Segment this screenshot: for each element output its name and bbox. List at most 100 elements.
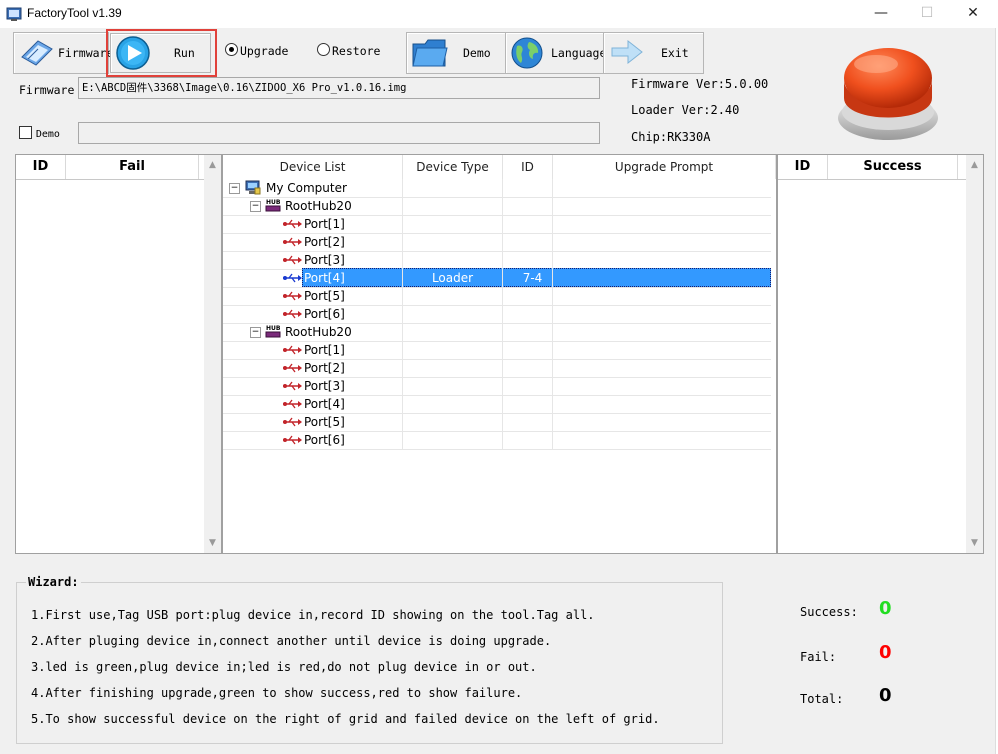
arrow-right-icon [611,39,643,65]
fail-grid-scrollbar[interactable]: ▲ ▼ [204,155,221,553]
wizard-line: 3.led is green,plug device in;led is red… [31,660,537,674]
svg-text:HUB: HUB [266,325,281,332]
usb-hub-icon: HUB [265,199,281,212]
chip-label: Chip:RK330A [631,130,711,144]
wizard-line: 4.After finishing upgrade,green to show … [31,686,523,700]
tree-row-port[interactable]: Port[6] [223,305,771,324]
play-icon [116,36,150,70]
usb-port-icon [283,237,302,247]
language-button-label: Language [551,46,607,60]
fail-count: 0 [879,642,892,663]
tree-label-port: Port[3] [304,253,345,267]
tree-label-port: Port[6] [304,433,345,447]
firmware-version: Firmware Ver:5.0.00 [631,77,769,91]
tree-label-port: Port[4] [304,397,345,411]
tree-row-port[interactable]: Port[1] [223,341,771,360]
app-icon [6,7,22,21]
wizard-panel: Wizard: 1.First use,Tag USB port:plug de… [16,575,723,744]
fail-grid-fail-header[interactable]: Fail [66,155,199,179]
firmware-label: Firmware [19,83,75,97]
tree-row-roothub[interactable]: − HUB RootHub20 [223,323,771,342]
device-grid[interactable]: Device List Device Type ID Upgrade Promp… [222,154,777,554]
folder-icon [412,39,448,67]
device-type-header[interactable]: Device Type [403,155,503,179]
collapse-icon[interactable]: − [250,201,261,212]
tree-row-port[interactable]: Port[6] [223,431,771,450]
status-led-button-icon [838,48,938,140]
minimize-button[interactable]: — [858,0,904,28]
upgrade-prompt-header[interactable]: Upgrade Prompt [553,155,776,179]
fail-count-label: Fail: [800,650,837,664]
usb-port-icon [283,345,302,355]
total-count-label: Total: [800,692,844,706]
tree-row-port[interactable]: Port[1] [223,215,771,234]
usb-port-icon [283,417,302,427]
collapse-icon[interactable]: − [229,183,240,194]
tree-row-port[interactable]: Port[5] [223,287,771,306]
maximize-button[interactable]: ☐ [904,0,950,28]
exit-button-label: Exit [661,46,689,60]
usb-port-icon [283,255,302,265]
id-header[interactable]: ID [503,155,553,179]
success-count-label: Success: [800,605,858,619]
collapse-icon[interactable]: − [250,327,261,338]
wizard-title: Wizard: [26,575,81,589]
demo-checkbox-label: Demo [35,129,60,140]
tree-row-port[interactable]: Port[2] [223,233,771,252]
device-list-header[interactable]: Device List [223,155,403,179]
usb-port-icon [283,435,302,445]
radio-selected-icon [225,43,238,56]
upgrade-radio-label: Upgrade [240,44,289,58]
scroll-up-icon[interactable]: ▲ [966,157,983,174]
firmware-path-field[interactable]: E:\ABCD固件\3368\Image\0.16\ZIDOO_X6 Pro_v… [78,77,600,99]
demo-field[interactable] [78,122,600,144]
tree-row-port[interactable]: Port[5] [223,413,771,432]
run-button[interactable]: Run [110,33,211,73]
usb-port-icon [283,219,302,229]
tree-row-port[interactable]: Port[4] [223,395,771,414]
success-grid-scrollbar[interactable]: ▲ ▼ [966,155,983,553]
close-button[interactable]: ✕ [950,0,996,28]
scroll-down-icon[interactable]: ▼ [204,535,221,552]
demo-checkbox[interactable]: Demo [19,126,60,140]
tree-row-port[interactable]: Port[3] [223,377,771,396]
success-grid[interactable]: ID Success ▲ ▼ [777,154,984,554]
wizard-line: 5.To show successful device on the right… [31,712,660,726]
radio-unselected-icon [317,43,330,56]
loader-version: Loader Ver:2.40 [631,103,740,117]
firmware-button[interactable]: Firmware [13,32,113,74]
upgrade-radio[interactable]: Upgrade [225,43,288,58]
fail-grid[interactable]: ID Fail ▲ ▼ [15,154,222,554]
total-count: 0 [879,685,892,706]
demo-button[interactable]: Demo [406,32,506,74]
success-count: 0 [879,598,892,619]
wizard-line: 1.First use,Tag USB port:plug device in,… [31,608,595,622]
success-grid-id-header[interactable]: ID [778,155,828,179]
restore-radio[interactable]: Restore [317,43,380,58]
usb-port-icon [283,291,302,301]
tree-label-roothub: RootHub20 [285,199,352,213]
tree-label-port: Port[1] [304,217,345,231]
svg-text:HUB: HUB [266,199,281,206]
scroll-down-icon[interactable]: ▼ [966,535,983,552]
usb-port-icon [283,309,302,319]
usb-port-icon [283,399,302,409]
usb-connected-icon [283,273,302,283]
tree-row-roothub[interactable]: − HUB RootHub20 [223,197,771,216]
tree-row-port[interactable]: Port[4] Loader 7-4 [223,268,771,288]
device-id-cell: 7-4 [522,271,543,285]
device-type-cell: Loader [431,271,474,285]
tree-row-port[interactable]: Port[2] [223,359,771,378]
tree-label-port: Port[1] [304,343,345,357]
tree-label-roothub: RootHub20 [285,325,352,339]
scroll-up-icon[interactable]: ▲ [204,157,221,174]
title-bar: FactoryTool v1.39 — ☐ ✕ [0,0,998,28]
fail-grid-id-header[interactable]: ID [16,155,66,179]
tree-row-my-computer[interactable]: − My Computer [223,179,771,198]
usb-port-icon [283,381,302,391]
language-button[interactable]: Language [505,32,607,74]
tree-label-port: Port[5] [304,415,345,429]
exit-button[interactable]: Exit [603,32,704,74]
tree-label-port: Port[3] [304,379,345,393]
success-grid-success-header[interactable]: Success [828,155,958,179]
